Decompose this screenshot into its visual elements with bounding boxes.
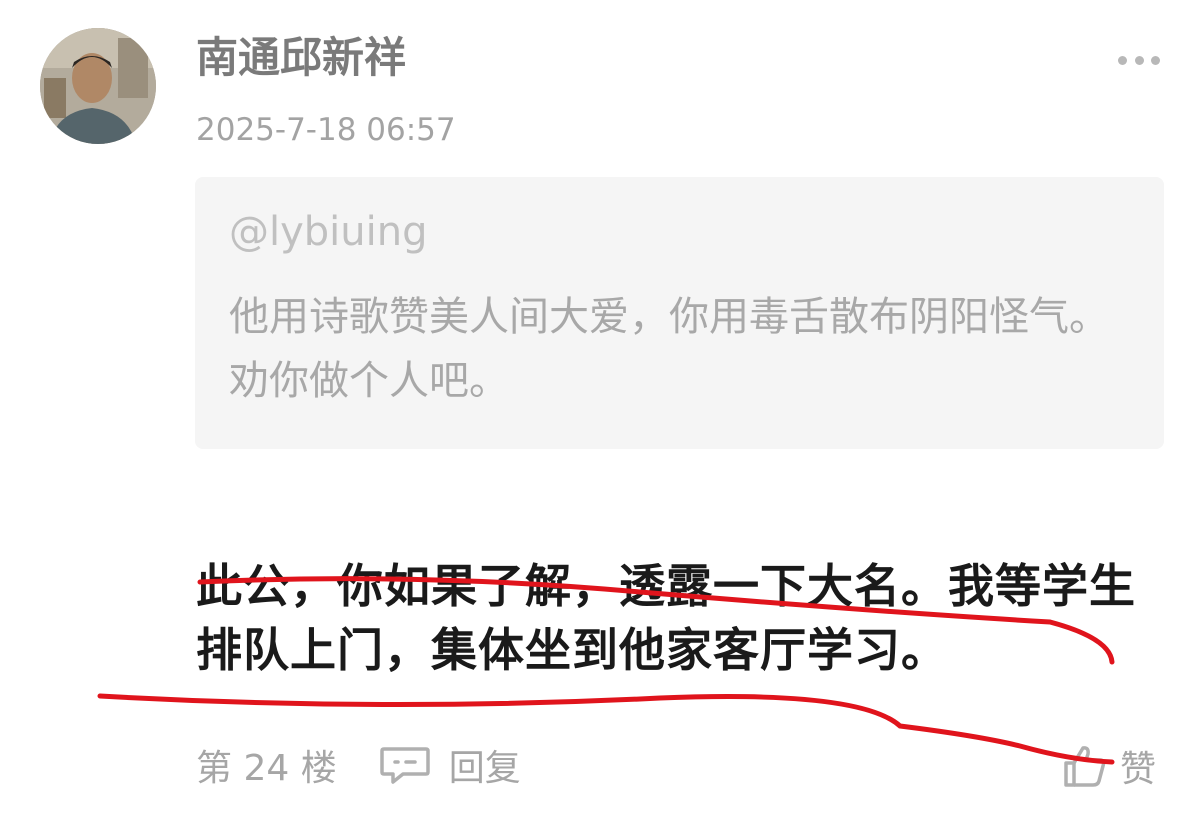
quote-author[interactable]: @lybiuing <box>229 207 428 257</box>
avatar-photo <box>40 28 156 144</box>
quote-text: 他用诗歌赞美人间大爱，你用毒舌散布阴阳怪气。劝你做个人吧。 <box>229 294 1109 404</box>
quoted-comment[interactable]: @lybiuing 他用诗歌赞美人间大爱，你用毒舌散布阴阳怪气。劝你做个人吧。 <box>195 177 1164 449</box>
like-button[interactable]: 赞 <box>1062 740 1156 792</box>
comment-body: 此公，你如果了解，透露一下大名。我等学生排队上门，集体坐到他家客厅学习。 <box>196 559 1136 677</box>
reply-icon <box>379 747 430 784</box>
thumbs-up-icon <box>1064 746 1106 787</box>
avatar[interactable] <box>40 28 156 144</box>
author-name[interactable]: 南通邱新祥 <box>196 30 406 86</box>
reply-button[interactable]: 回复 <box>379 739 521 791</box>
floor-number: 第 24 楼 <box>196 748 337 789</box>
reply-label: 回复 <box>448 748 521 789</box>
more-icon[interactable] <box>1118 50 1160 70</box>
like-label: 赞 <box>1120 749 1157 790</box>
comment-timestamp: 2025-7-18 06:57 <box>196 112 456 148</box>
more-dot <box>1151 55 1160 65</box>
more-dot <box>1118 55 1127 65</box>
more-dot <box>1134 55 1144 65</box>
comment-footer: 第 24 楼 回复 <box>196 740 521 790</box>
